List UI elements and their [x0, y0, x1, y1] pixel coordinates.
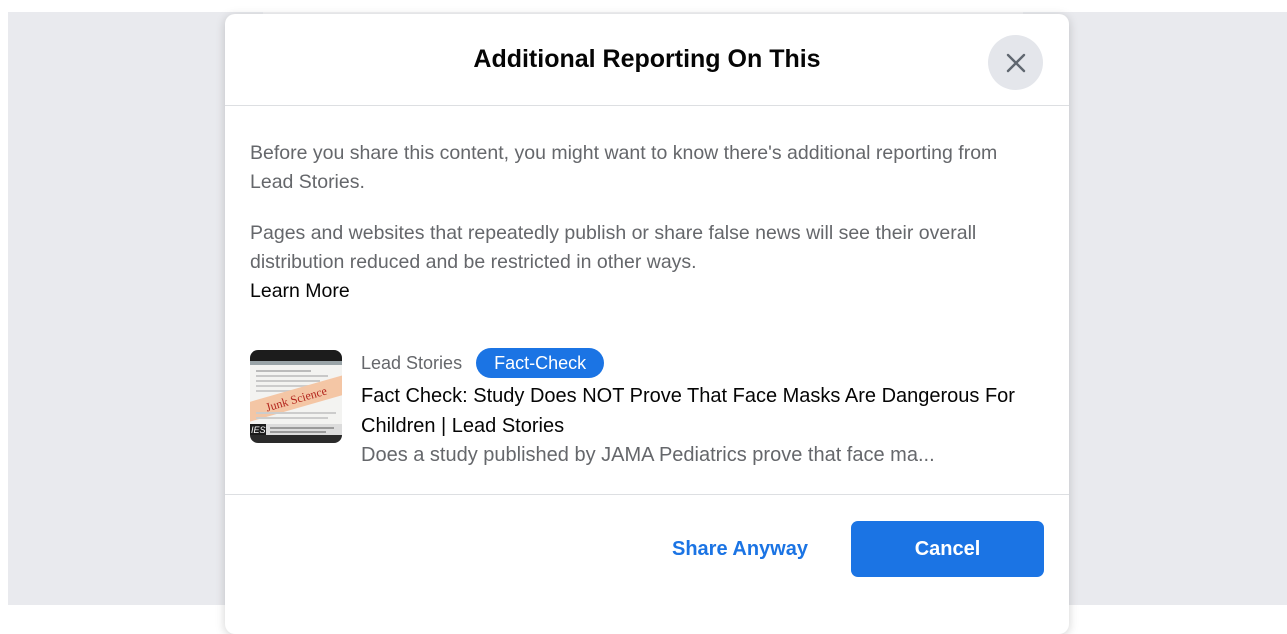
footer-divider [225, 494, 1069, 495]
cancel-button[interactable]: Cancel [851, 521, 1044, 577]
learn-more-link[interactable]: Learn More [250, 277, 1040, 306]
svg-text:IES: IES [251, 425, 266, 435]
article-meta: Lead Stories Fact-Check [361, 347, 605, 379]
fact-check-badge: Fact-Check [476, 348, 605, 378]
dialog-title: Additional Reporting On This [473, 45, 821, 73]
article-thumbnail[interactable]: Junk Science IES [250, 350, 342, 443]
intro-text: Before you share this content, you might… [250, 142, 998, 193]
policy-text: Pages and websites that repeatedly publi… [250, 219, 1040, 306]
article-publisher: Lead Stories [361, 353, 463, 373]
dialog-header: Additional Reporting On This [225, 14, 1069, 106]
dialog-body: Before you share this content, you might… [250, 139, 1040, 306]
policy-text-body: Pages and websites that repeatedly publi… [250, 222, 977, 273]
article-thumbnail-image: Junk Science IES [250, 350, 342, 443]
article-title[interactable]: Fact Check: Study Does NOT Prove That Fa… [361, 381, 1041, 441]
close-button[interactable] [988, 35, 1043, 90]
fact-check-article[interactable]: Junk Science IES Lead Stories Fact-Check… [250, 332, 1050, 466]
additional-reporting-dialog: Additional Reporting On This Before you … [225, 14, 1069, 634]
share-anyway-button[interactable]: Share Anyway [650, 521, 830, 577]
close-icon [1006, 53, 1025, 72]
article-description: Does a study published by JAMA Pediatric… [361, 444, 935, 466]
